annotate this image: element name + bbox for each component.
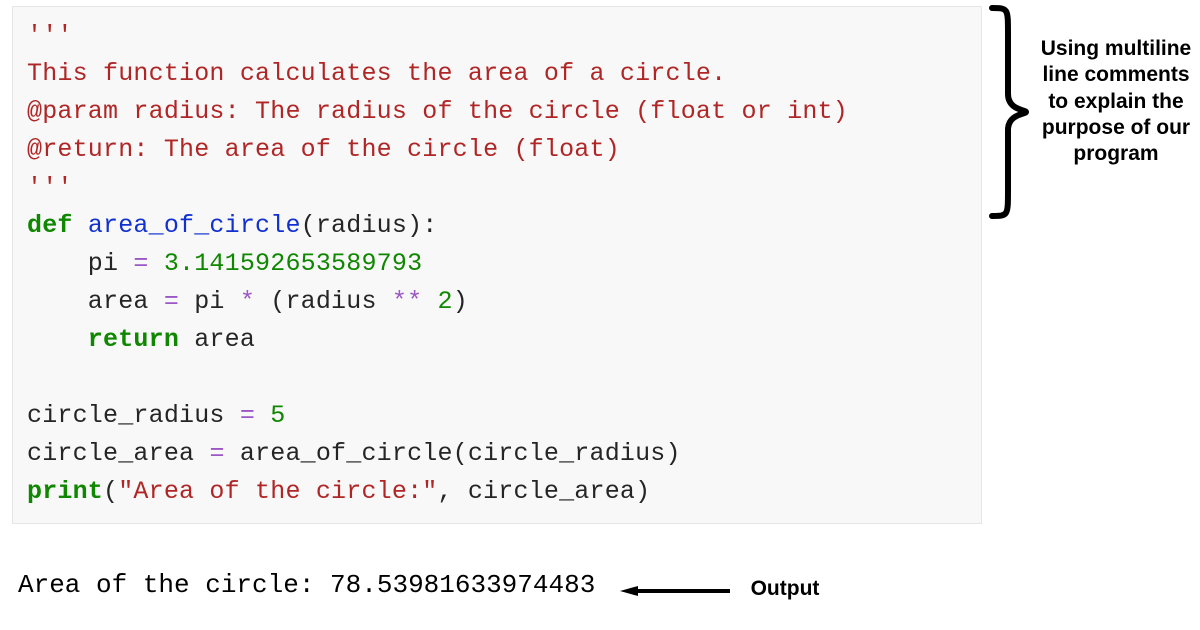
print-keyword: print (27, 477, 103, 506)
circle-radius-lhs: circle_radius (27, 401, 240, 430)
code-content: ''' This function calculates the area of… (27, 17, 967, 511)
two-literal: 2 (422, 287, 452, 316)
return-keyword: return (27, 325, 179, 354)
circle-area-lhs: circle_area (27, 439, 209, 468)
docstring-open: ''' (27, 21, 73, 50)
equals-3: = (240, 401, 255, 430)
pi-value: 3.141592653589793 (149, 249, 423, 278)
doc-line-2: @param radius: The radius of the circle … (27, 97, 848, 126)
return-var: area (179, 325, 255, 354)
equals-1: = (133, 249, 148, 278)
print-string: "Area of the circle:" (118, 477, 437, 506)
equals-2: = (164, 287, 179, 316)
paren-close: ): (407, 211, 437, 240)
star-op: * (240, 287, 255, 316)
area-rhs-1: pi (179, 287, 240, 316)
pi-lhs: pi (27, 249, 133, 278)
docstring-close: ''' (27, 173, 73, 202)
area-lhs: area (27, 287, 164, 316)
code-block: ''' This function calculates the area of… (12, 6, 982, 524)
arrow-left-icon (620, 586, 730, 596)
circle-radius-val: 5 (255, 401, 285, 430)
double-star-op: ** (392, 287, 422, 316)
area-rhs-close: ) (453, 287, 468, 316)
curly-brace-icon (980, 4, 1030, 220)
print-open: ( (103, 477, 118, 506)
def-keyword: def (27, 211, 73, 240)
function-name: area_of_circle (88, 211, 301, 240)
param-radius: radius (316, 211, 407, 240)
equals-4: = (209, 439, 224, 468)
annotation-output: Output (740, 576, 830, 602)
paren-open: ( (301, 211, 316, 240)
area-rhs-2: (radius (255, 287, 392, 316)
program-output: Area of the circle: 78.53981633974483 (18, 570, 595, 600)
doc-line-1: This function calculates the area of a c… (27, 59, 726, 88)
print-rest: , circle_area) (437, 477, 650, 506)
annotation-comments: Using multiline line comments to explain… (1032, 36, 1200, 167)
circle-area-call: area_of_circle(circle_radius) (225, 439, 681, 468)
doc-line-3: @return: The area of the circle (float) (27, 135, 620, 164)
